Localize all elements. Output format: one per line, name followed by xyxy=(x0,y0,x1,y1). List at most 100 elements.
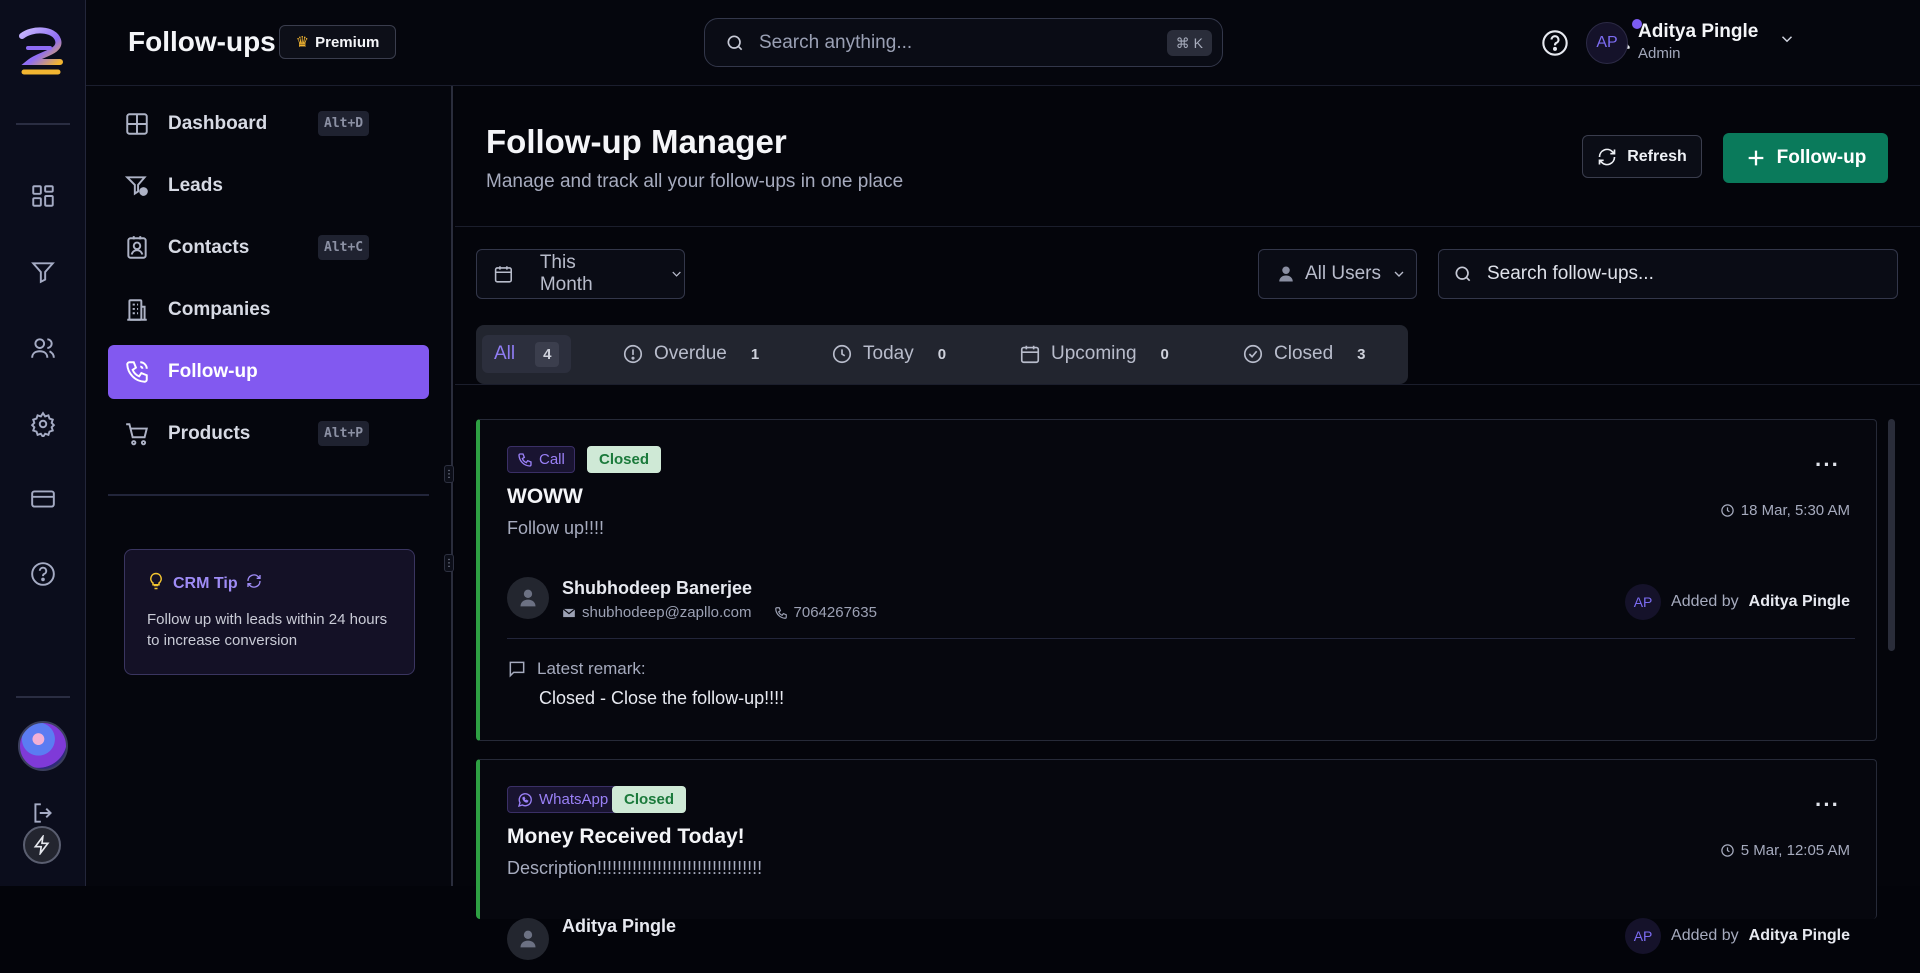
settings-icon[interactable] xyxy=(26,407,60,441)
card-divider xyxy=(507,638,1855,639)
tab-count: 0 xyxy=(937,345,947,363)
rail-divider xyxy=(16,123,70,125)
time-text: 18 Mar, 5:30 AM xyxy=(1740,502,1850,519)
clock-icon xyxy=(1721,504,1734,517)
shortcut-hint: Alt+D xyxy=(318,111,370,136)
users-icon[interactable] xyxy=(26,331,60,365)
date-filter-value: This Month xyxy=(539,252,593,295)
divider xyxy=(455,384,1920,385)
sidebar-item-label: Contacts xyxy=(168,237,250,258)
refresh-button[interactable]: Refresh xyxy=(1582,135,1702,178)
filter-icon[interactable] xyxy=(26,255,60,289)
tab-today[interactable]: Today 0 xyxy=(831,335,946,373)
logout-icon[interactable] xyxy=(26,796,60,830)
sidebar-item-contacts[interactable]: Contacts Alt+C xyxy=(108,221,429,275)
added-by: AP Added by Aditya Pingle xyxy=(1625,584,1850,620)
plus-icon xyxy=(1748,150,1763,166)
global-search[interactable]: Search anything... ⌘ K xyxy=(704,18,1223,67)
app-logo-icon[interactable] xyxy=(14,24,72,82)
contact-avatar-icon xyxy=(507,577,549,619)
phone-icon xyxy=(774,606,787,619)
add-follow-up-button[interactable]: Follow-up xyxy=(1723,133,1888,183)
rail-divider xyxy=(16,696,70,698)
contact-email[interactable]: shubhodeep@zapllo.com xyxy=(582,604,752,621)
grid-icon xyxy=(126,113,148,135)
clock-icon xyxy=(832,344,852,364)
chevron-down-icon[interactable] xyxy=(1778,30,1796,53)
help-icon[interactable] xyxy=(26,557,60,591)
premium-badge[interactable]: ♛ Premium xyxy=(279,25,396,59)
cart-icon xyxy=(126,423,148,446)
funnel-dollar-icon: $ xyxy=(124,176,148,197)
sidebar-item-label: Products xyxy=(168,423,251,444)
phone-icon xyxy=(518,452,532,467)
tip-text: Follow up with leads within 24 hours to … xyxy=(147,611,388,649)
tab-all[interactable]: All 4 xyxy=(482,335,572,373)
mail-icon xyxy=(562,607,576,617)
chevron-down-icon xyxy=(672,271,681,277)
tab-label: Upcoming xyxy=(1051,343,1137,364)
added-by-avatar: AP xyxy=(1625,918,1662,954)
top-bar: Follow-ups ♛ Premium Search anything... … xyxy=(86,0,1920,86)
tab-count: 1 xyxy=(750,345,760,363)
user-icon xyxy=(1279,266,1293,282)
page-title: Follow-ups xyxy=(128,26,276,57)
date-filter-select[interactable]: This Month xyxy=(476,249,685,299)
follow-up-card[interactable]: Call Closed ··· WOWW Follow up!!!! 18 Ma… xyxy=(476,419,1877,741)
sidebar-item-companies[interactable]: Companies xyxy=(108,283,429,337)
added-by-name: Aditya Pingle xyxy=(1748,927,1850,944)
more-options-icon[interactable]: ··· xyxy=(1815,452,1840,478)
status-badge: Closed xyxy=(587,446,662,473)
contact-details: shubhodeep@zapllo.com 7064267635 xyxy=(562,604,877,621)
tip-title: CRM Tip xyxy=(173,574,238,592)
crown-icon: ♛ xyxy=(295,34,310,51)
tab-overdue[interactable]: Overdue 1 xyxy=(622,335,759,373)
more-options-icon[interactable]: ··· xyxy=(1815,792,1840,818)
resize-handle[interactable]: ⋮ xyxy=(444,554,454,572)
contact-phone[interactable]: 7064267635 xyxy=(794,604,877,621)
contact-name[interactable]: Aditya Pingle xyxy=(562,916,676,937)
follow-up-title: WOWW xyxy=(507,485,583,508)
comment-icon xyxy=(509,661,525,678)
profile-avatar[interactable] xyxy=(18,721,68,771)
tab-label: Closed xyxy=(1274,343,1334,364)
user-filter-select[interactable]: All Users xyxy=(1258,249,1417,299)
help-circle-icon[interactable] xyxy=(1538,26,1572,60)
scrollbar[interactable] xyxy=(1888,419,1895,651)
added-by-avatar: AP xyxy=(1625,584,1662,620)
shortcut-hint: Alt+C xyxy=(318,235,370,260)
sidebar-item-follow-up[interactable]: Follow-up xyxy=(108,345,429,399)
sidebar-divider xyxy=(108,494,429,496)
crm-tip-card: CRM Tip Follow up with leads within 24 h… xyxy=(124,549,415,675)
sidebar-item-label: Leads xyxy=(168,175,223,196)
sidebar-item-leads[interactable]: $ Leads xyxy=(108,159,429,213)
credit-card-icon[interactable] xyxy=(26,482,60,516)
follow-up-card[interactable]: WhatsApp Closed ··· Money Received Today… xyxy=(476,759,1877,960)
user-avatar[interactable]: AP xyxy=(1586,22,1628,64)
follow-up-description: Description!!!!!!!!!!!!!!!!!!!!!!!!!!!!!… xyxy=(507,858,763,878)
sidebar-item-products[interactable]: Products Alt+P xyxy=(108,407,429,461)
tab-upcoming[interactable]: Upcoming 0 xyxy=(1019,335,1169,373)
sidebar-item-dashboard[interactable]: Dashboard Alt+D xyxy=(108,97,429,151)
premium-label: Premium xyxy=(315,33,380,51)
type-label: WhatsApp xyxy=(539,791,609,808)
contact-card-icon xyxy=(127,236,147,259)
tab-label: All xyxy=(494,343,516,364)
bolt-icon[interactable] xyxy=(23,826,61,864)
refresh-icon[interactable] xyxy=(246,573,262,594)
divider xyxy=(455,226,1920,227)
clock-icon xyxy=(1721,844,1734,857)
follow-up-search-input[interactable]: Search follow-ups... xyxy=(1438,249,1898,299)
section-title: Follow-up Manager xyxy=(486,123,787,160)
sidebar-item-label: Follow-up xyxy=(168,361,258,382)
follow-up-time: 5 Mar, 12:05 AM xyxy=(1720,842,1850,859)
contact-name[interactable]: Shubhodeep Banerjee xyxy=(562,578,752,599)
remark-label-text: Latest remark: xyxy=(537,659,646,678)
tab-label: Today xyxy=(863,343,914,364)
check-circle-icon xyxy=(1243,344,1263,364)
type-badge: Call xyxy=(507,446,575,473)
user-name[interactable]: Aditya Pingle xyxy=(1638,21,1758,43)
dashboard-icon[interactable] xyxy=(26,179,60,213)
tab-closed[interactable]: Closed 3 xyxy=(1242,335,1366,373)
resize-handle[interactable]: ⋮ xyxy=(444,465,454,483)
